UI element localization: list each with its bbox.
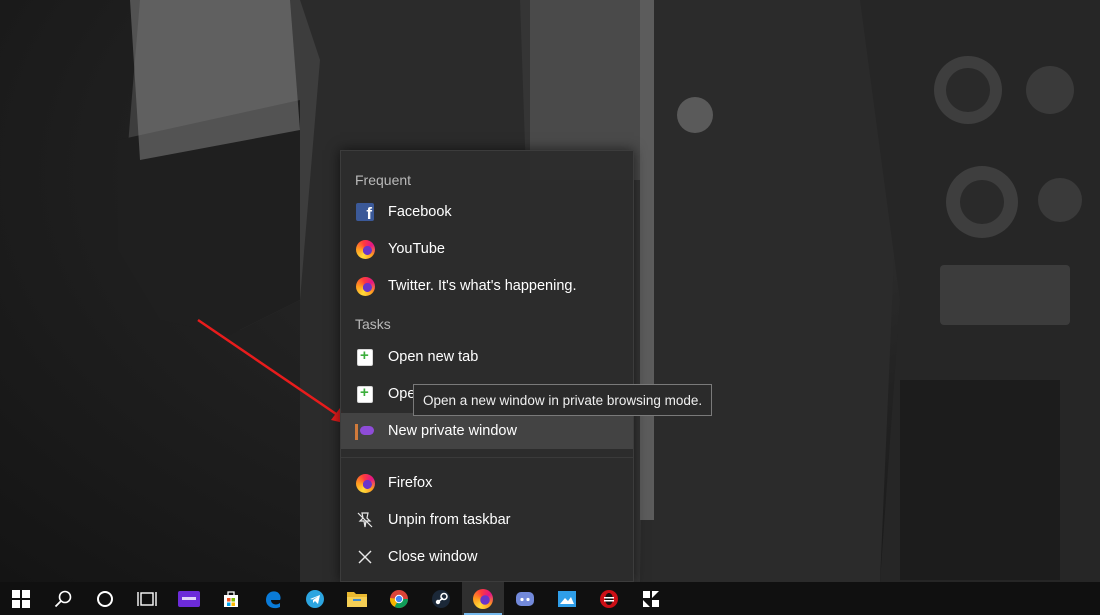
opera-app-button[interactable] [588, 582, 630, 615]
chrome-app-button[interactable] [378, 582, 420, 615]
taskbar [0, 582, 1100, 615]
private-window-icon [355, 421, 375, 441]
steam-app-button[interactable] [420, 582, 462, 615]
task-new-private-window[interactable]: New private window [341, 413, 633, 449]
store-app-button[interactable] [210, 582, 252, 615]
discord-app-button[interactable] [504, 582, 546, 615]
app-item-close-window[interactable]: Close window [341, 539, 633, 575]
app-item-firefox[interactable]: Firefox [341, 465, 633, 501]
item-label: New private window [388, 423, 517, 439]
frequent-item-youtube[interactable]: YouTube [341, 231, 633, 267]
app-button[interactable] [630, 582, 672, 615]
task-open-new-tab[interactable]: Open new tab [341, 339, 633, 375]
cortana-button[interactable] [84, 582, 126, 615]
task-view-icon [137, 591, 157, 606]
firefox-icon [355, 473, 375, 493]
frequent-item-twitter[interactable]: Twitter. It's what's happening. [341, 268, 633, 304]
item-label: Close window [388, 549, 478, 565]
task-view-button[interactable] [126, 582, 168, 615]
facebook-icon: f [355, 202, 375, 222]
app-icon [643, 590, 659, 607]
section-frequent-title: Frequent [355, 172, 412, 188]
twitch-icon [178, 590, 200, 607]
unpin-icon [355, 510, 375, 530]
start-button[interactable] [0, 582, 42, 615]
edge-icon [266, 590, 281, 608]
item-label: Facebook [388, 204, 452, 220]
item-label: Open new tab [388, 349, 479, 365]
twitch-app-button[interactable] [168, 582, 210, 615]
item-label: YouTube [388, 241, 445, 257]
edge-app-button[interactable] [252, 582, 294, 615]
cortana-icon [97, 590, 113, 607]
item-label: Twitter. It's what's happening. [388, 278, 577, 294]
store-icon [224, 590, 238, 607]
app-item-unpin[interactable]: Unpin from taskbar [341, 502, 633, 538]
windows-start-icon [12, 589, 30, 608]
firefox-icon [355, 239, 375, 259]
opera-icon [600, 589, 618, 608]
telegram-icon [306, 589, 324, 608]
divider [341, 457, 633, 458]
item-label: Unpin from taskbar [388, 512, 511, 528]
search-icon [54, 590, 72, 607]
close-icon [355, 547, 375, 567]
new-tab-icon [355, 347, 375, 367]
telegram-app-button[interactable] [294, 582, 336, 615]
firefox-app-button[interactable] [462, 582, 504, 615]
photos-app-button[interactable] [546, 582, 588, 615]
file-explorer-icon [347, 592, 367, 607]
file-explorer-app-button[interactable] [336, 582, 378, 615]
steam-icon [432, 589, 450, 608]
search-button[interactable] [42, 582, 84, 615]
item-label: Firefox [388, 475, 433, 491]
section-tasks-title: Tasks [355, 316, 391, 332]
firefox-icon [355, 276, 375, 296]
tooltip: Open a new window in private browsing mo… [413, 384, 713, 416]
firefox-jump-list: Frequent f Facebook YouTube Twitter. It'… [340, 150, 634, 582]
firefox-icon [473, 588, 493, 609]
chrome-icon [390, 589, 408, 608]
photos-icon [558, 590, 576, 607]
frequent-item-facebook[interactable]: f Facebook [341, 194, 633, 230]
discord-icon [516, 591, 534, 606]
new-window-icon [355, 384, 375, 404]
